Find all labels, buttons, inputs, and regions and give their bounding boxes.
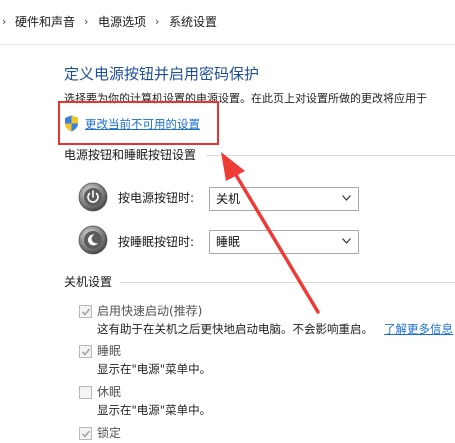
annotation-arrow xyxy=(221,152,320,314)
